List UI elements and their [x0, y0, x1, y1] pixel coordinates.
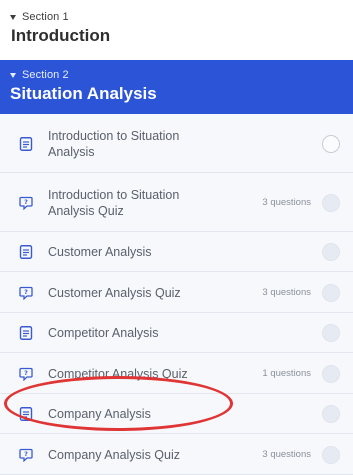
- lesson-row[interactable]: Customer Analysis: [0, 232, 353, 272]
- status-circle-icon: [322, 194, 340, 212]
- lesson-title-line: Competitor Analysis Quiz: [48, 367, 188, 381]
- question-count: 3 questions: [262, 197, 311, 208]
- section-1-label-wrap: Section 1: [10, 11, 69, 23]
- quiz-icon: ?: [19, 367, 33, 382]
- chevron-down-icon: [10, 14, 16, 20]
- lesson-row[interactable]: ? Introduction to Situation Analysis Quiz 3…: [0, 173, 353, 232]
- lesson-row[interactable]: Competitor Analysis: [0, 313, 353, 353]
- quiz-icon: ?: [19, 196, 33, 211]
- lesson-row[interactable]: ? Competitor Analysis Quiz 1 questions: [0, 353, 353, 394]
- lesson-title: Customer Analysis: [48, 244, 152, 260]
- lesson-title-line: Introduction to Situation: [48, 188, 180, 202]
- lesson-title-line: Analysis Quiz: [48, 204, 124, 218]
- lesson-row[interactable]: Company Analysis: [0, 394, 353, 434]
- status-circle-icon: [322, 284, 340, 302]
- status-circle-icon: [322, 243, 340, 261]
- status-circle-icon: [322, 135, 340, 153]
- document-icon: [19, 137, 33, 151]
- question-count: 1 questions: [262, 368, 311, 379]
- document-icon: [19, 407, 33, 421]
- lesson-title: Company Analysis Quiz: [48, 447, 180, 463]
- section-title: Situation Analysis: [10, 84, 157, 103]
- lesson-title-line: Company Analysis Quiz: [48, 448, 181, 462]
- status-circle-icon: [322, 365, 340, 383]
- lesson-title-line: Competitor Analysis: [48, 326, 159, 340]
- quiz-icon: ?: [19, 286, 33, 301]
- lesson-row[interactable]: ? Company Analysis Quiz 3 questions: [0, 434, 353, 475]
- quiz-icon: ?: [19, 448, 33, 463]
- status-circle-icon: [322, 446, 340, 464]
- lesson-title-line: Company Analysis: [48, 407, 151, 421]
- chevron-down-icon: [10, 72, 16, 78]
- question-count: 3 questions: [262, 287, 311, 298]
- section-2-label-wrap: Section 2: [10, 69, 69, 81]
- document-icon: [19, 245, 33, 259]
- lesson-title: Competitor Analysis Quiz: [48, 366, 188, 382]
- status-circle-icon: [322, 405, 340, 423]
- lesson-title: Customer Analysis Quiz: [48, 285, 181, 301]
- lesson-title: Company Analysis: [48, 406, 151, 422]
- svg-text:?: ?: [24, 369, 28, 377]
- status-circle-icon: [322, 324, 340, 342]
- svg-text:?: ?: [24, 288, 28, 296]
- section-1-header[interactable]: Section 1 Introduction: [0, 0, 353, 60]
- question-count: 3 questions: [262, 449, 311, 460]
- lesson-title-line: Analysis: [48, 145, 95, 159]
- section-label: Section 1: [22, 11, 69, 23]
- lesson-list: Introduction to Situation Analysis? Introd…: [0, 114, 353, 475]
- lesson-row[interactable]: Introduction to Situation Analysis: [0, 114, 353, 173]
- lesson-title-line: Customer Analysis Quiz: [48, 286, 181, 300]
- lesson-title: Introduction to Situation Analysis: [48, 128, 179, 160]
- svg-text:?: ?: [24, 198, 28, 206]
- lesson-row[interactable]: ? Customer Analysis Quiz 3 questions: [0, 272, 353, 313]
- lesson-title: Introduction to Situation Analysis Quiz: [48, 187, 179, 219]
- lesson-title: Competitor Analysis: [48, 325, 158, 341]
- section-2-header[interactable]: Section 2 Situation Analysis: [0, 60, 353, 114]
- lesson-title-line: Introduction to Situation: [48, 129, 180, 143]
- document-icon: [19, 326, 33, 340]
- svg-text:?: ?: [24, 450, 28, 458]
- lesson-title-line: Customer Analysis: [48, 245, 152, 259]
- section-label: Section 2: [22, 69, 69, 81]
- section-title: Introduction: [11, 26, 111, 45]
